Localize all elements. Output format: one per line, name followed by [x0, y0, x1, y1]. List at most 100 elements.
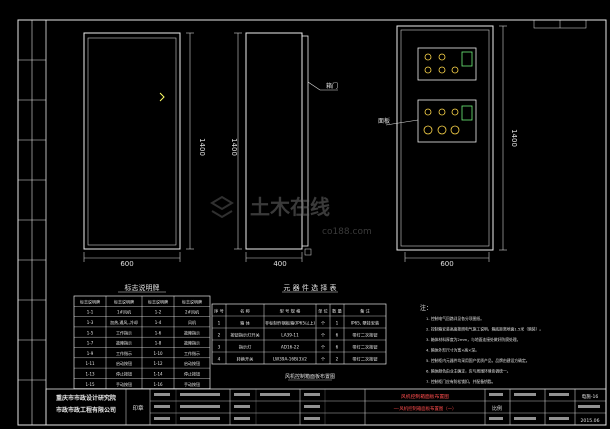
legend-table-cell: 1-10 — [153, 351, 163, 356]
legend-table-header-cell: 标志说明牌 — [148, 298, 168, 304]
note-line: 5. 控制柜内元器件均采用国产优质产品，品牌由建设方确定。 — [426, 358, 530, 363]
legend-table-cell: 1-11 — [85, 361, 95, 366]
sheet-label: 电施-16 — [582, 393, 599, 400]
parts-table-cell: 非标制作钢板箱(IP65以上) — [265, 320, 315, 327]
legend-table-cell: 1-4 — [155, 320, 162, 325]
parts-table-cell: 箱 体 — [240, 320, 251, 327]
legend-table-cell: 手动按钮 — [184, 381, 200, 387]
side-height-label: 1400 — [230, 138, 238, 156]
front-view — [83, 32, 194, 262]
legend-table: 标志说明牌 标志说明牌 标志说明牌 标志说明牌 1-1 1#风机 1-2 2#风机 1-3 加热,… — [73, 295, 211, 390]
title-block-field-marks — [154, 393, 600, 420]
cabinet-outline — [83, 32, 181, 250]
drawing-name: 一·风机控制箱面板布置图（一） — [394, 405, 457, 412]
parts-table-cell: 1 — [336, 321, 339, 326]
door-handle-icon — [159, 92, 165, 102]
legend-table-header-cell: 标志说明牌 — [182, 298, 202, 304]
legend-table-cell: 风机 — [188, 319, 196, 325]
parts-table-header-cell: 序 号 — [214, 308, 224, 315]
watermark-logo-icon — [210, 195, 234, 219]
legend-table-cell: 故障指示 — [184, 340, 200, 346]
parts-table-header-cell: 型 号 规 格 — [280, 308, 302, 315]
legend-table-cell: 停止按钮 — [184, 371, 200, 377]
legend-table-cell: 手动按钮 — [116, 381, 132, 387]
parts-table: 序 号 名 称 型 号 规 格 单 位数 量 备 注 1 箱 体 非标制作钢板箱(IP65以上… — [211, 303, 387, 365]
parts-table-cell: 1 — [218, 321, 221, 326]
note-line: 2. 控制箱安装高度按照电气施工说明，箱底距离地面1.5米（暗装）。 — [426, 327, 543, 332]
legend-table-cell: 1-12 — [153, 361, 163, 366]
legend-table-cell: 停止按钮 — [116, 371, 132, 377]
parts-table-cell: 转换开关 — [237, 356, 254, 363]
legend-table-cell: 1-14 — [153, 372, 163, 377]
parts-table-title: 元 器 件 选 择 表 — [283, 283, 336, 292]
parts-table-cell: 指示灯 — [239, 344, 252, 351]
indicator-lamps — [423, 53, 460, 135]
parts-table-cell: LA39-11 — [281, 333, 299, 338]
parts-table-cell: 带灯二次按钮 — [352, 344, 377, 351]
legend-table-cell: 1-3 — [87, 320, 94, 325]
legend-table-cell: 工作指示 — [184, 350, 200, 356]
notes-heading: 注： — [420, 304, 432, 312]
parts-table-cell: 3 — [218, 345, 221, 350]
panel-width-label: 600 — [440, 260, 453, 268]
watermark-main: 土木在线 — [250, 195, 330, 219]
legend-table-cell: 启动按钮 — [184, 360, 200, 366]
door-outline — [87, 37, 177, 246]
company-sub: 市政市政工程有限公司 — [56, 406, 116, 414]
parts-table-header-cell: 名 称 — [240, 308, 250, 315]
panel-height-label: 1400 — [510, 129, 518, 147]
date-label: 2015.06 — [581, 418, 600, 424]
legend-table-cell: 故障指示 — [116, 340, 132, 346]
legend-table-title: 标志说明牌 — [125, 283, 160, 292]
parts-table-cell: 6 — [336, 333, 339, 338]
legend-table-cell: 启动按钮 — [116, 360, 132, 366]
parts-table-header-cell: 数 量 — [332, 308, 342, 315]
side-depth-label: 400 — [273, 260, 286, 268]
panel-outline — [396, 25, 494, 251]
legend-table-cell: 1-5 — [87, 330, 94, 335]
company-name: 重庆市市政设计研究院 — [56, 394, 116, 402]
front-height-label: 1400 — [198, 138, 206, 156]
selector-switches — [461, 51, 473, 121]
panel-view — [385, 25, 507, 262]
parts-table-cell: 带灯二次按钮 — [352, 332, 377, 339]
legend-table-cell: 1-16 — [153, 382, 163, 387]
note-line: 1. 控制电气回路详见各分项图纸。 — [426, 316, 484, 321]
note-line: 6. 箱体颜色由业主确定，应与周围环境协调统一。 — [426, 369, 511, 374]
notes: 1. 控制电气回路详见各分项图纸。 2. 控制箱安装高度按照电气施工说明，箱底距离… — [426, 316, 543, 384]
note-line: 7. 控制柜门应有防松锁扣，并配备钥匙。 — [426, 379, 495, 384]
legend-table-cell: 1-1 — [87, 310, 94, 315]
legend-table-header-cell: 标志说明牌 — [80, 298, 100, 304]
legend-table-cell: 加热,通风,,冷却 — [110, 319, 138, 325]
panel-callout: 面板 — [378, 117, 390, 125]
parts-table-cell: 个 — [321, 321, 326, 326]
watermark-sub: co188.com — [322, 227, 372, 237]
parts-table-cell: 个 — [321, 345, 326, 350]
legend-table-cell: 故障指示 — [184, 329, 200, 335]
panel-leader — [385, 119, 419, 126]
parts-table-cell: LW39A-16B(3)/2 — [273, 357, 307, 362]
parts-table-cell: 4 — [218, 357, 221, 362]
company-stamp: 印章 — [132, 404, 144, 412]
legend-table-cell: 1-13 — [85, 372, 95, 377]
parts-table-caption: 风机控制箱面板布置图 — [285, 373, 335, 380]
legend-table-cell: 1-15 — [85, 382, 95, 387]
cad-drawing: 600 1400 400 1400 箱门 600 1400 面板 土木在线 co… — [17, 19, 607, 426]
legend-table-cell: 2#风机 — [185, 309, 199, 315]
legend-table-cell: 工作指示 — [116, 350, 132, 356]
legend-table-cell: 1-8 — [155, 341, 162, 346]
parts-table-cell: 个 — [321, 357, 326, 362]
parts-table-cell: 按钮指示灯开关 — [230, 332, 259, 339]
parts-table-cell: AD16-22 — [281, 345, 300, 350]
parts-table-cell: 6 — [336, 345, 339, 350]
legend-table-cell: 1-7 — [87, 341, 94, 346]
legend-table-cell: 工作指示 — [116, 329, 132, 335]
title-block — [45, 388, 607, 426]
note-line: 4. 箱体外形尺寸为宽×高×深。 — [426, 348, 479, 353]
legend-table-cell: 1#风机 — [117, 309, 131, 315]
note-line: 3. 箱体材料厚度为2mm，与地面连接处做好防腐处理。 — [426, 337, 520, 342]
parts-table-cell: 2 — [218, 333, 221, 338]
parts-table-cell: 带灯二次按钮 — [352, 356, 377, 363]
project-code: 风机控制箱面板布置图 — [401, 393, 449, 400]
parts-table-header-cell: 备 注 — [360, 308, 371, 315]
